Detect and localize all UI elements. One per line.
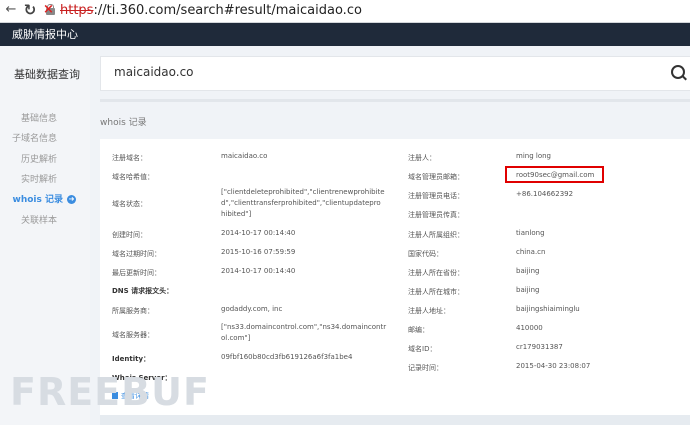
sidebar-title: 基础数据查询 <box>14 68 80 81</box>
whois-label: 域名过期时间： <box>112 250 161 258</box>
bottom-bar <box>100 415 690 425</box>
reload-icon[interactable]: ↻ <box>22 1 38 19</box>
whois-label: 最后更新时间： <box>112 269 161 277</box>
section-header: whois 记录 <box>100 109 690 139</box>
whois-label: 注册管理员电话： <box>408 192 464 200</box>
sidebar-item-subdomain[interactable]: 子域名信息 <box>12 131 57 144</box>
highlight-box <box>505 166 604 183</box>
whois-value: 2015-04-30 23:08:07 <box>516 362 591 370</box>
divider <box>100 99 690 102</box>
url-scheme: https <box>60 3 94 18</box>
whois-value-line: ["clientdeleteprohibited","clientrenewpr… <box>221 188 385 196</box>
whois-value: ming long <box>516 152 551 160</box>
whois-value: maicaidao.co <box>221 152 268 160</box>
back-arrow-icon[interactable]: ← <box>3 2 19 18</box>
whois-value: china.cn <box>516 248 546 256</box>
sidebar-item-related-samples[interactable]: 关联样本 <box>21 213 57 226</box>
whois-label: 创建时间： <box>112 231 147 239</box>
browser-address-bar: ← ↻ × https://ti.360.com/search#result/m… <box>0 0 690 23</box>
whois-value-line: ["ns33.domaincontrol.com","ns34.domainco… <box>221 323 387 331</box>
watermark: FREEBUF <box>10 370 210 414</box>
search-input[interactable]: maicaidao.co <box>114 65 194 79</box>
whois-value: baijingshiaiminglu <box>516 305 580 313</box>
whois-label: 域名ID： <box>408 345 437 353</box>
whois-label: Identity： <box>112 355 151 363</box>
whois-label: DNS 请求报文头： <box>112 287 174 295</box>
whois-value: godaddy.com, inc <box>221 305 283 313</box>
whois-value: 410000 <box>516 324 543 332</box>
whois-label: 邮编： <box>408 326 429 334</box>
whois-value: 09fbf160b80cd3fb619126a6f3fa1be4 <box>221 353 353 361</box>
sidebar-item-basic-info[interactable]: 基础信息 <box>21 111 57 124</box>
whois-label: 注册人所属组织： <box>408 231 464 239</box>
sidebar: 基础数据查询 基础信息 子域名信息 历史解析 实时解析 whois 记录 ➜ 关联… <box>0 46 90 425</box>
sidebar-item-history-dns[interactable]: 历史解析 <box>21 152 57 165</box>
url-path: ://ti.360.com/search#result/maicaidao.co <box>93 3 362 18</box>
whois-label: 注册人所在省份： <box>408 269 464 277</box>
whois-value-line: ol.com"] <box>221 334 251 342</box>
whois-value: baijing <box>516 267 540 275</box>
whois-value: 2014-10-17 00:14:40 <box>221 229 296 237</box>
whois-value: baijing <box>516 286 540 294</box>
whois-value: 2014-10-17 00:14:40 <box>221 267 296 275</box>
whois-label: 域名哈希值： <box>112 173 154 181</box>
tab-threat-intel[interactable]: 威胁情报中心 <box>6 23 84 46</box>
whois-label: 域名服务器： <box>112 331 154 339</box>
whois-value-line: hibited"] <box>221 210 252 218</box>
whois-label: 注册人所在城市： <box>408 288 464 296</box>
whois-label: 记录时间： <box>408 364 443 372</box>
whois-value: cr179031387 <box>516 343 563 351</box>
whois-label: 域名状态： <box>112 200 147 208</box>
sidebar-item-whois-label: whois 记录 <box>12 195 63 205</box>
whois-value: tianlong <box>516 229 545 237</box>
whois-value: +86.104662392 <box>516 190 574 198</box>
url-field[interactable]: https://ti.360.com/search#result/maicaid… <box>60 2 362 19</box>
search-box: maicaidao.co <box>100 56 690 91</box>
search-icon[interactable] <box>671 65 685 79</box>
insecure-lock-icon: × <box>43 2 55 17</box>
sidebar-item-whois[interactable]: whois 记录 ➜ <box>13 192 76 205</box>
whois-label: 注册域名： <box>112 154 147 162</box>
sidebar-item-realtime-dns[interactable]: 实时解析 <box>21 172 57 185</box>
section-title: whois 记录 <box>100 118 147 128</box>
arrow-right-icon: ➜ <box>67 195 76 204</box>
whois-value-line: d","clienttransferprohibited","clientupd… <box>221 199 381 207</box>
whois-label: 注册管理员传真： <box>408 211 464 219</box>
whois-label: 所属服务商： <box>112 307 154 315</box>
whois-label: 注册人地址： <box>408 307 450 315</box>
whois-label: 国家代码： <box>408 250 443 258</box>
whois-label: 域名管理员邮箱： <box>408 173 464 181</box>
whois-value: 2015-10-16 07:59:59 <box>221 248 296 256</box>
whois-label: 注册人： <box>408 154 436 162</box>
top-nav: 威胁情报中心 <box>0 23 690 46</box>
